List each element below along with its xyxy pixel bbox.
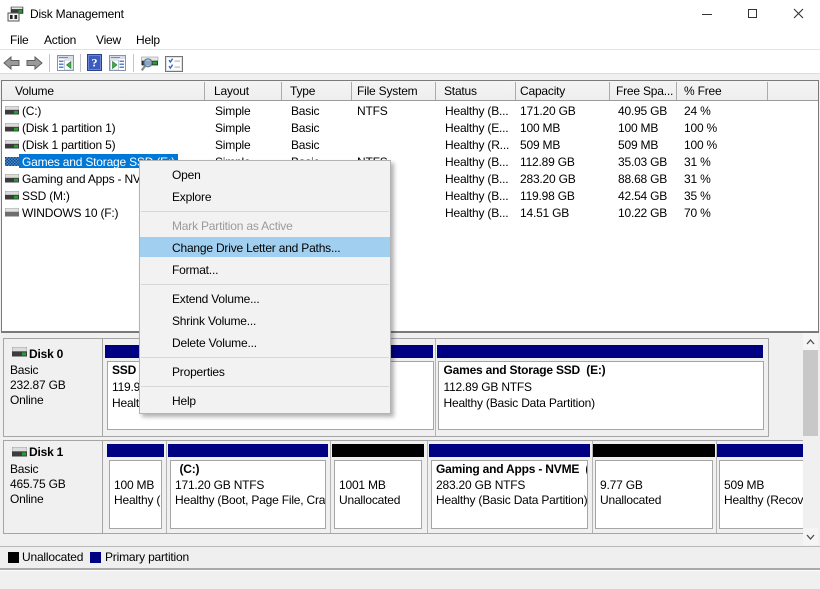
svg-text:?: ? [92, 56, 98, 70]
